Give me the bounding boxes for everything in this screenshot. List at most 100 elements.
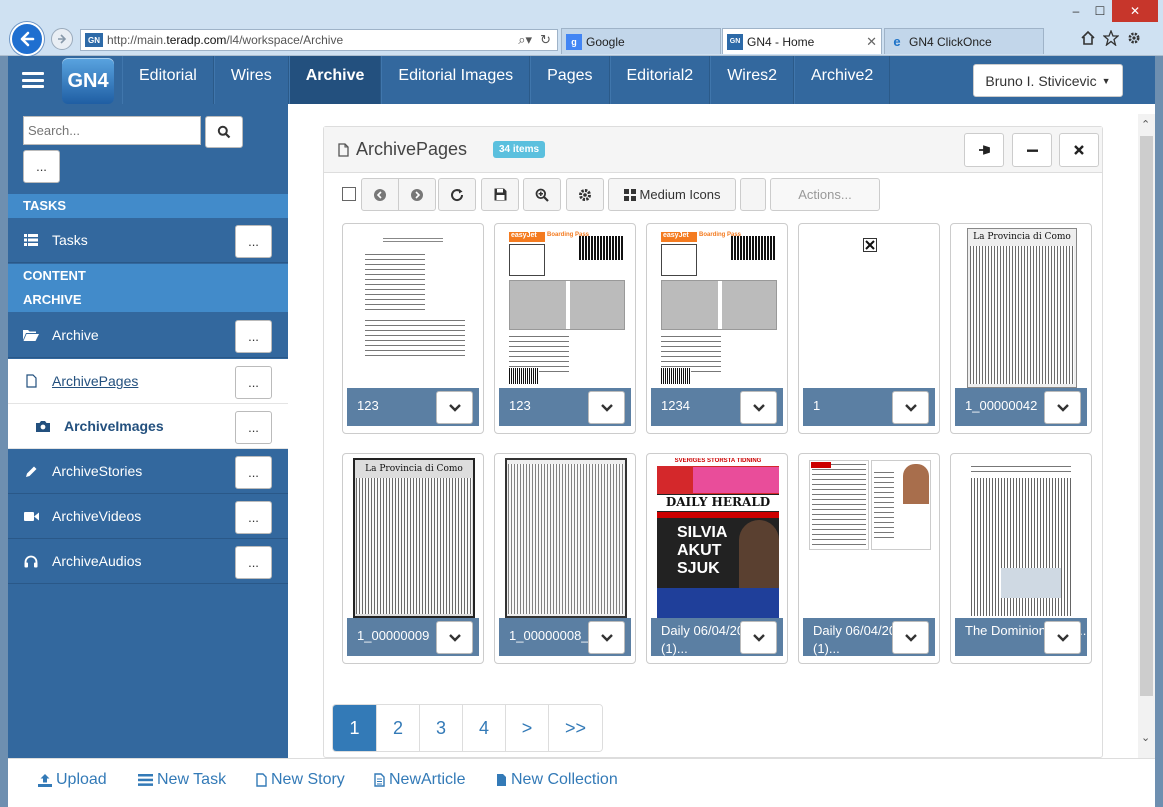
page-3-button[interactable]: 3 xyxy=(419,705,462,751)
card-menu-button[interactable] xyxy=(436,391,473,424)
card-menu-button[interactable] xyxy=(1044,621,1081,654)
sidebar-item-tasks[interactable]: Tasks ... xyxy=(8,218,288,263)
tab-gn4-home[interactable]: GN GN4 - Home ✕ xyxy=(722,28,882,54)
archiveaudios-more-button[interactable]: ... xyxy=(235,546,272,579)
card-menu-button[interactable] xyxy=(588,391,625,424)
page-card[interactable]: easyJet Boarding Pass 1234 xyxy=(646,223,788,434)
nav-archive2[interactable]: Archive2 xyxy=(793,56,891,104)
close-panel-button[interactable] xyxy=(1059,133,1099,167)
card-menu-button[interactable] xyxy=(436,621,473,654)
page-card[interactable]: easyJet Boarding Pass 123 xyxy=(494,223,636,434)
sidebar-item-archive[interactable]: Archive ... xyxy=(8,313,288,358)
sidebar-item-label[interactable]: ArchivePages xyxy=(52,373,138,389)
nav-archive[interactable]: Archive xyxy=(288,56,382,104)
tasks-more-button[interactable]: ... xyxy=(235,225,272,258)
page-card[interactable]: SVERIGES STÖRSTA TIDNING DAILY HERALD SI… xyxy=(646,453,788,664)
page-thumbnail[interactable] xyxy=(809,228,931,388)
star-icon[interactable] xyxy=(1103,30,1119,46)
page-thumbnail[interactable] xyxy=(353,228,475,388)
new-article-button[interactable]: NewArticle xyxy=(374,771,465,789)
minimize-panel-button[interactable] xyxy=(1012,133,1052,167)
save-button[interactable] xyxy=(481,178,519,211)
page-thumbnail[interactable]: La Provincia di Como xyxy=(353,458,475,618)
new-collection-button[interactable]: New Collection xyxy=(496,771,618,789)
browser-forward-button[interactable] xyxy=(51,28,73,50)
page-card[interactable]: The Dominion Post... xyxy=(950,453,1092,664)
address-bar[interactable]: GN http://main.teradp.com/l4/workspace/A… xyxy=(80,29,558,51)
search-options-button[interactable]: ... xyxy=(23,150,60,183)
last-page-button[interactable]: >> xyxy=(548,705,602,751)
archivevideos-more-button[interactable]: ... xyxy=(235,501,272,534)
user-menu-button[interactable]: Bruno I. Stivicevic ▼ xyxy=(973,64,1123,97)
pin-panel-button[interactable] xyxy=(964,133,1004,167)
tab-clickonce[interactable]: e GN4 ClickOnce xyxy=(884,28,1044,54)
settings-button[interactable] xyxy=(566,178,604,211)
refresh-icon[interactable]: ↻ xyxy=(540,32,551,48)
nav-editorial[interactable]: Editorial xyxy=(122,56,214,104)
page-thumbnail[interactable] xyxy=(505,458,627,618)
search-button[interactable] xyxy=(205,116,243,148)
search-icon[interactable]: ⌕▾ xyxy=(518,32,532,48)
page-card[interactable]: 1 xyxy=(798,223,940,434)
close-window-button[interactable]: ✕ xyxy=(1112,0,1158,22)
upload-button[interactable]: Upload xyxy=(38,771,107,789)
page-card[interactable]: Daily 06/04/2011 (1)... xyxy=(798,453,940,664)
scroll-down-icon[interactable]: ⌄ xyxy=(1141,731,1150,744)
gear-icon[interactable] xyxy=(1126,30,1142,46)
nav-wires[interactable]: Wires xyxy=(213,56,289,104)
previous-button[interactable] xyxy=(361,178,399,211)
scrollbar-thumb[interactable] xyxy=(1140,136,1153,696)
search-input[interactable] xyxy=(23,116,201,145)
next-page-button[interactable]: > xyxy=(505,705,548,751)
card-menu-button[interactable] xyxy=(892,391,929,424)
nav-editorial2[interactable]: Editorial2 xyxy=(609,56,711,104)
archive-more-button[interactable]: ... xyxy=(235,320,272,353)
page-thumbnail[interactable]: easyJet Boarding Pass xyxy=(657,228,779,388)
card-menu-button[interactable] xyxy=(740,621,777,654)
new-story-button[interactable]: New Story xyxy=(256,771,345,789)
sidebar-item-archivevideos[interactable]: ArchiveVideos ... xyxy=(8,494,288,539)
page-thumbnail[interactable]: SVERIGES STÖRSTA TIDNING DAILY HERALD SI… xyxy=(657,458,779,618)
page-4-button[interactable]: 4 xyxy=(462,705,505,751)
sidebar-item-archiveaudios[interactable]: ArchiveAudios ... xyxy=(8,539,288,584)
refresh-button[interactable] xyxy=(438,178,476,211)
actions-button[interactable]: Actions... xyxy=(770,178,880,211)
zoom-button[interactable] xyxy=(523,178,561,211)
next-button[interactable] xyxy=(398,178,436,211)
page-card[interactable]: 123 xyxy=(342,223,484,434)
page-card[interactable]: La Provincia di Como 1_00000009 xyxy=(342,453,484,664)
card-menu-button[interactable] xyxy=(740,391,777,424)
minimize-button[interactable]: – xyxy=(1064,0,1088,22)
select-all-checkbox[interactable] xyxy=(342,187,356,201)
page-card[interactable]: La Provincia di Como 1_00000042 xyxy=(950,223,1092,434)
nav-wires2[interactable]: Wires2 xyxy=(710,56,794,104)
maximize-button[interactable]: ☐ xyxy=(1088,0,1112,22)
address-url[interactable]: http://main.teradp.com/l4/workspace/Arch… xyxy=(107,33,518,47)
view-dropdown-button[interactable] xyxy=(740,178,766,211)
card-menu-button[interactable] xyxy=(588,621,625,654)
archivestories-more-button[interactable]: ... xyxy=(235,456,272,489)
sidebar-item-archivepages[interactable]: ArchivePages ... xyxy=(8,359,288,404)
main-scrollbar[interactable]: ⌃ ⌄ xyxy=(1138,114,1155,758)
card-menu-button[interactable] xyxy=(892,621,929,654)
page-thumbnail[interactable]: easyJet Boarding Pass xyxy=(505,228,627,388)
page-thumbnail[interactable]: La Provincia di Como xyxy=(961,228,1083,388)
archivepages-more-button[interactable]: ... xyxy=(235,366,272,399)
page-card[interactable]: 1_00000008_ xyxy=(494,453,636,664)
page-1-button[interactable]: 1 xyxy=(333,705,376,751)
close-tab-icon[interactable]: ✕ xyxy=(866,34,877,50)
nav-editorial-images[interactable]: Editorial Images xyxy=(381,56,531,104)
view-mode-button[interactable]: Medium Icons xyxy=(608,178,736,211)
new-task-button[interactable]: New Task xyxy=(138,771,226,789)
sidebar-item-archiveimages[interactable]: ArchiveImages ... xyxy=(8,404,288,449)
tab-google[interactable]: g Google xyxy=(561,28,721,54)
browser-back-button[interactable] xyxy=(10,22,44,56)
card-menu-button[interactable] xyxy=(1044,391,1081,424)
nav-pages[interactable]: Pages xyxy=(530,56,610,104)
page-thumbnail[interactable] xyxy=(961,458,1083,618)
page-2-button[interactable]: 2 xyxy=(376,705,419,751)
scroll-up-icon[interactable]: ⌃ xyxy=(1141,118,1150,131)
archiveimages-more-button[interactable]: ... xyxy=(235,411,272,444)
home-icon[interactable] xyxy=(1080,30,1096,46)
sidebar-item-archivestories[interactable]: ArchiveStories ... xyxy=(8,449,288,494)
